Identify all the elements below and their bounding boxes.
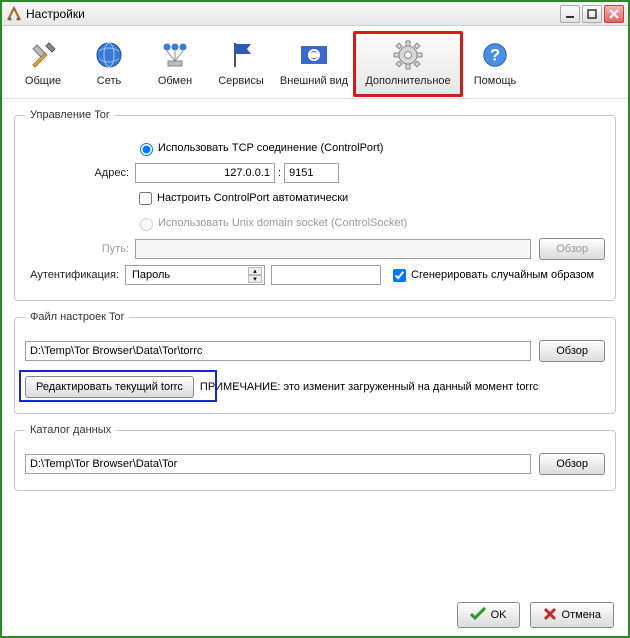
tab-network[interactable]: Сеть: [76, 32, 142, 96]
flag-icon: [225, 39, 257, 71]
maximize-button[interactable]: [582, 5, 602, 23]
globe-icon: [93, 39, 125, 71]
random-checkbox[interactable]: [393, 269, 406, 282]
ok-button[interactable]: OK: [457, 602, 520, 628]
torrc-group: Файл настроек Tor Обзор Редактировать те…: [14, 311, 616, 414]
network-nodes-icon: [159, 39, 191, 71]
tab-general[interactable]: Общие: [10, 32, 76, 96]
path-label: Путь:: [25, 243, 135, 255]
datadir-group: Каталог данных Обзор: [14, 424, 616, 491]
tor-control-legend: Управление Tor: [25, 109, 115, 121]
svg-text:?: ?: [490, 46, 500, 65]
app-icon: [6, 6, 22, 22]
auto-controlport-label: Настроить ControlPort автоматически: [157, 192, 348, 204]
close-button[interactable]: [604, 5, 624, 23]
auth-value-input[interactable]: [271, 265, 381, 285]
dialog-footer: OK Отмена: [457, 602, 614, 628]
titlebar: Настройки: [2, 2, 628, 26]
auth-label: Аутентификация:: [25, 269, 125, 281]
help-icon: ?: [479, 39, 511, 71]
tab-advanced[interactable]: Дополнительное: [354, 32, 462, 96]
use-tcp-label: Использовать TCP соединение (ControlPort…: [158, 142, 383, 154]
socket-path-input: [135, 239, 531, 259]
tab-services[interactable]: Сервисы: [208, 32, 274, 96]
address-separator: :: [275, 167, 284, 179]
cross-icon: [543, 607, 557, 624]
address-port-input[interactable]: [284, 163, 339, 183]
torrc-note: ПРИМЕЧАНИЕ: это изменит загруженный на д…: [200, 381, 538, 393]
tools-icon: [27, 39, 59, 71]
tab-help[interactable]: ? Помощь: [462, 32, 528, 96]
torrc-browse-button[interactable]: Обзор: [539, 340, 605, 362]
auth-mode-select[interactable]: Пароль ▴▾: [125, 265, 265, 285]
chevrons-icon: ▴▾: [248, 267, 262, 283]
use-socket-radio[interactable]: [140, 218, 153, 231]
datadir-browse-button[interactable]: Обзор: [539, 453, 605, 475]
tab-appearance[interactable]: Внешний вид: [274, 32, 354, 96]
datadir-path-input[interactable]: [25, 454, 531, 474]
torrc-legend: Файл настроек Tor: [25, 311, 129, 323]
check-icon: [470, 607, 486, 624]
torrc-path-input[interactable]: [25, 341, 531, 361]
use-tcp-radio[interactable]: [140, 143, 153, 156]
datadir-legend: Каталог данных: [25, 424, 116, 436]
address-host-input[interactable]: [135, 163, 275, 183]
auto-controlport-checkbox[interactable]: [139, 192, 152, 205]
window-buttons: [560, 5, 624, 23]
random-label: Сгенерировать случайным образом: [411, 269, 594, 281]
gear-icon: [392, 39, 424, 71]
tor-control-group: Управление Tor Использовать TCP соединен…: [14, 109, 616, 301]
content-area: Управление Tor Использовать TCP соединен…: [2, 99, 628, 511]
tab-exchange[interactable]: Обмен: [142, 32, 208, 96]
minimize-button[interactable]: [560, 5, 580, 23]
use-socket-label: Использовать Unix domain socket (Control…: [158, 217, 407, 229]
address-label: Адрес:: [25, 167, 135, 179]
cancel-button[interactable]: Отмена: [530, 602, 614, 628]
window-title: Настройки: [26, 7, 560, 21]
emblem-icon: [298, 39, 330, 71]
toolbar: Общие Сеть Обмен Сервисы: [2, 26, 628, 99]
socket-path-browse-button[interactable]: Обзор: [539, 238, 605, 260]
edit-torrc-button[interactable]: Редактировать текущий torrc: [25, 376, 194, 398]
